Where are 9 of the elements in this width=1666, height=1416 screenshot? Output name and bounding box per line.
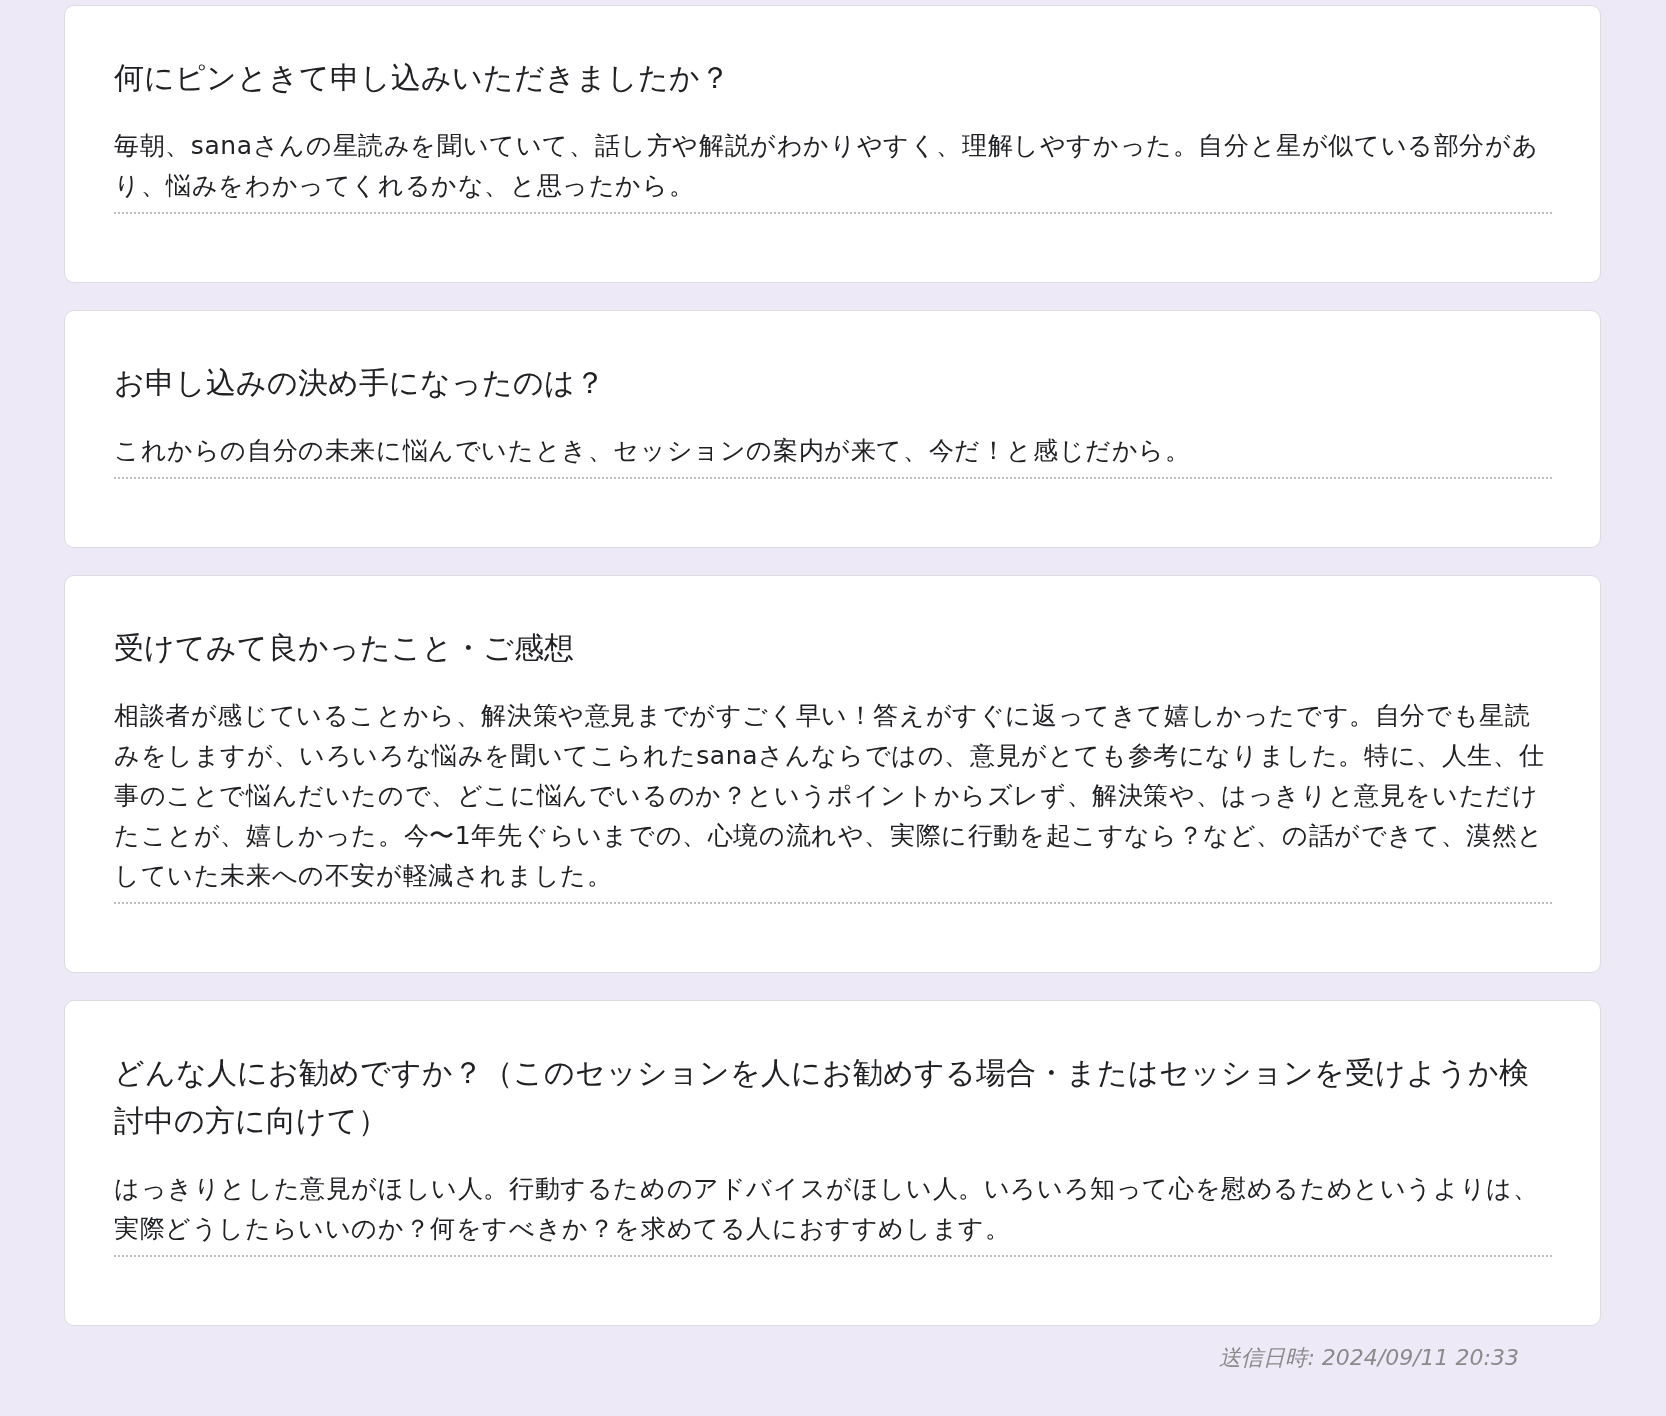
answer-text: はっきりとした意見がほしい人。行動するためのアドバイスがほしい人。いろいろ知って心を慰めるためというよりは、実際どうしたらいいのか？何をすべきか？を求めてる人におすすめします。 <box>114 1169 1552 1257</box>
question-title: どんな人にお勧めですか？（このセッションを人にお勧めする場合・またはセッションを受けようか検討中の方に向けて） <box>114 1054 1530 1140</box>
answer-text: 毎朝、sanaさんの星読みを聞いていて、話し方や解説がわかりやすく、理解しやすかった。自分と星が似ている部分があり、悩みをわかってくれるかな、と思ったから。 <box>114 126 1552 214</box>
question-title: 何にピンときて申し込みいただきましたか？ <box>114 59 731 97</box>
question-title: お申し込みの決め手になったのは？ <box>114 364 606 402</box>
question-title: 受けてみて良かったこと・ご感想 <box>114 629 575 667</box>
submission-timestamp: 送信日時: 2024/09/11 20:33 <box>1219 1344 1519 1372</box>
answer-text: 相談者が感じていることから、解決策や意見までがすごく早い！答えがすぐに返ってきて嬉しかったです。自分でも星読みをしますが、いろいろな悩みを聞いてこられたsanaさんならではの、意見がとても参考になりました。特に、人生、仕事のことで悩んだいたので、どこに悩んでいるのか？というポイントからズレず、解決策や、はっきりと意見をいただけたことが、嬉しかった。今〜1年先ぐらいまでの、心境の流れや、実際に行動を起こすなら？など、の話ができて、漠然としていた未来への不安が軽減されました。 <box>114 696 1552 904</box>
answer-text: これからの自分の未来に悩んでいたとき、セッションの案内が来て、今だ！と感じだから。 <box>114 431 1552 479</box>
